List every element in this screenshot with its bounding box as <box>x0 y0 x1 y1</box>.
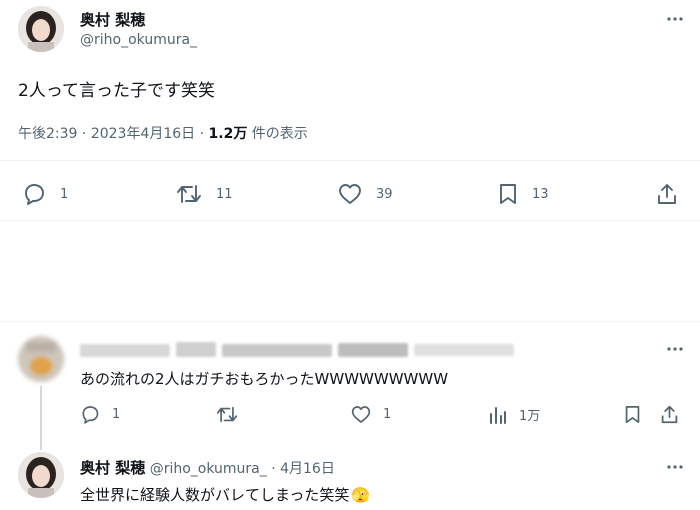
more-horizontal-icon <box>667 465 683 469</box>
views-icon <box>490 406 506 424</box>
tweet-date[interactable]: 2023年4月16日 <box>91 126 195 142</box>
reply1-views-count: 1万 <box>519 409 541 424</box>
face-peeking-emoji: 🫣 <box>351 486 371 504</box>
meta-separator: · <box>271 461 276 477</box>
meta-separator: · <box>199 126 205 142</box>
reply2-text: 全世界に経験人数がバレてしまった笑笑 <box>80 486 350 504</box>
reply1-text: あの流れの2人はガチおもろかったWWWWWWWWW <box>80 370 449 388</box>
reply-button[interactable]: 1 <box>22 183 68 205</box>
reply-icon <box>82 406 99 424</box>
divider <box>0 220 700 221</box>
reply2-date[interactable]: 4月16日 <box>280 461 335 477</box>
tweet-text: 2人って言った子です笑笑 <box>18 81 215 101</box>
tweet-meta: 午後2:39 · 2023年4月16日 · 1.2万 件の表示 <box>18 123 308 143</box>
author-name[interactable]: 奥村 梨穂 <box>80 9 145 30</box>
reply1-share-button[interactable] <box>660 405 679 424</box>
bookmark-icon <box>625 405 640 423</box>
reply1-views-button[interactable]: 1万 <box>489 405 540 424</box>
retweet-count: 11 <box>216 186 233 202</box>
reply1-reply-button[interactable]: 1 <box>80 405 120 424</box>
retweet-icon <box>216 406 238 423</box>
reply1-like-button[interactable]: 1 <box>351 405 391 424</box>
views-count[interactable]: 1.2万 <box>209 126 248 142</box>
reply-author-blurred <box>80 342 520 358</box>
like-button[interactable]: 39 <box>338 183 393 205</box>
share-icon <box>661 405 678 424</box>
author-handle[interactable]: @riho_okumura_ <box>80 32 197 48</box>
divider <box>0 321 700 322</box>
reply2-avatar[interactable] <box>18 452 64 498</box>
reply1-retweet-button[interactable] <box>216 405 238 424</box>
reply2-author-handle[interactable]: @riho_okumura_ <box>150 461 267 477</box>
reply-count: 1 <box>60 186 69 202</box>
reply2-text-row: 全世界に経験人数がバレてしまった笑笑 🫣 <box>80 484 370 505</box>
like-icon <box>351 406 371 423</box>
more-horizontal-icon <box>667 17 683 21</box>
retweet-button[interactable]: 11 <box>176 183 233 205</box>
share-icon <box>658 184 676 204</box>
bookmark-icon <box>500 184 516 204</box>
reply-thread-line <box>40 386 42 450</box>
reply1-more-options-button[interactable] <box>664 338 686 360</box>
like-icon <box>339 184 361 204</box>
reply2-author-name[interactable]: 奥村 梨穂 <box>80 459 145 477</box>
author-avatar[interactable] <box>18 6 64 52</box>
reply1-like-count: 1 <box>383 407 392 422</box>
views-label: 件の表示 <box>251 126 308 142</box>
share-button[interactable] <box>656 183 678 205</box>
bookmark-count: 13 <box>532 186 549 202</box>
reply1-bookmark-button[interactable] <box>624 405 641 424</box>
reply-avatar-blurred[interactable] <box>18 336 64 382</box>
divider <box>0 160 700 161</box>
bookmark-button[interactable]: 13 <box>498 183 549 205</box>
more-horizontal-icon <box>667 347 683 351</box>
retweet-icon <box>177 185 201 203</box>
like-count: 39 <box>376 186 393 202</box>
tweet-time[interactable]: 午後2:39 <box>18 126 77 142</box>
reply1-reply-count: 1 <box>112 407 121 422</box>
reply2-more-options-button[interactable] <box>664 456 686 478</box>
reply2-header: 奥村 梨穂 @riho_okumura_ · 4月16日 <box>80 457 335 478</box>
reply-icon <box>25 184 44 205</box>
meta-separator: · <box>81 126 87 142</box>
more-options-button[interactable] <box>664 8 686 30</box>
